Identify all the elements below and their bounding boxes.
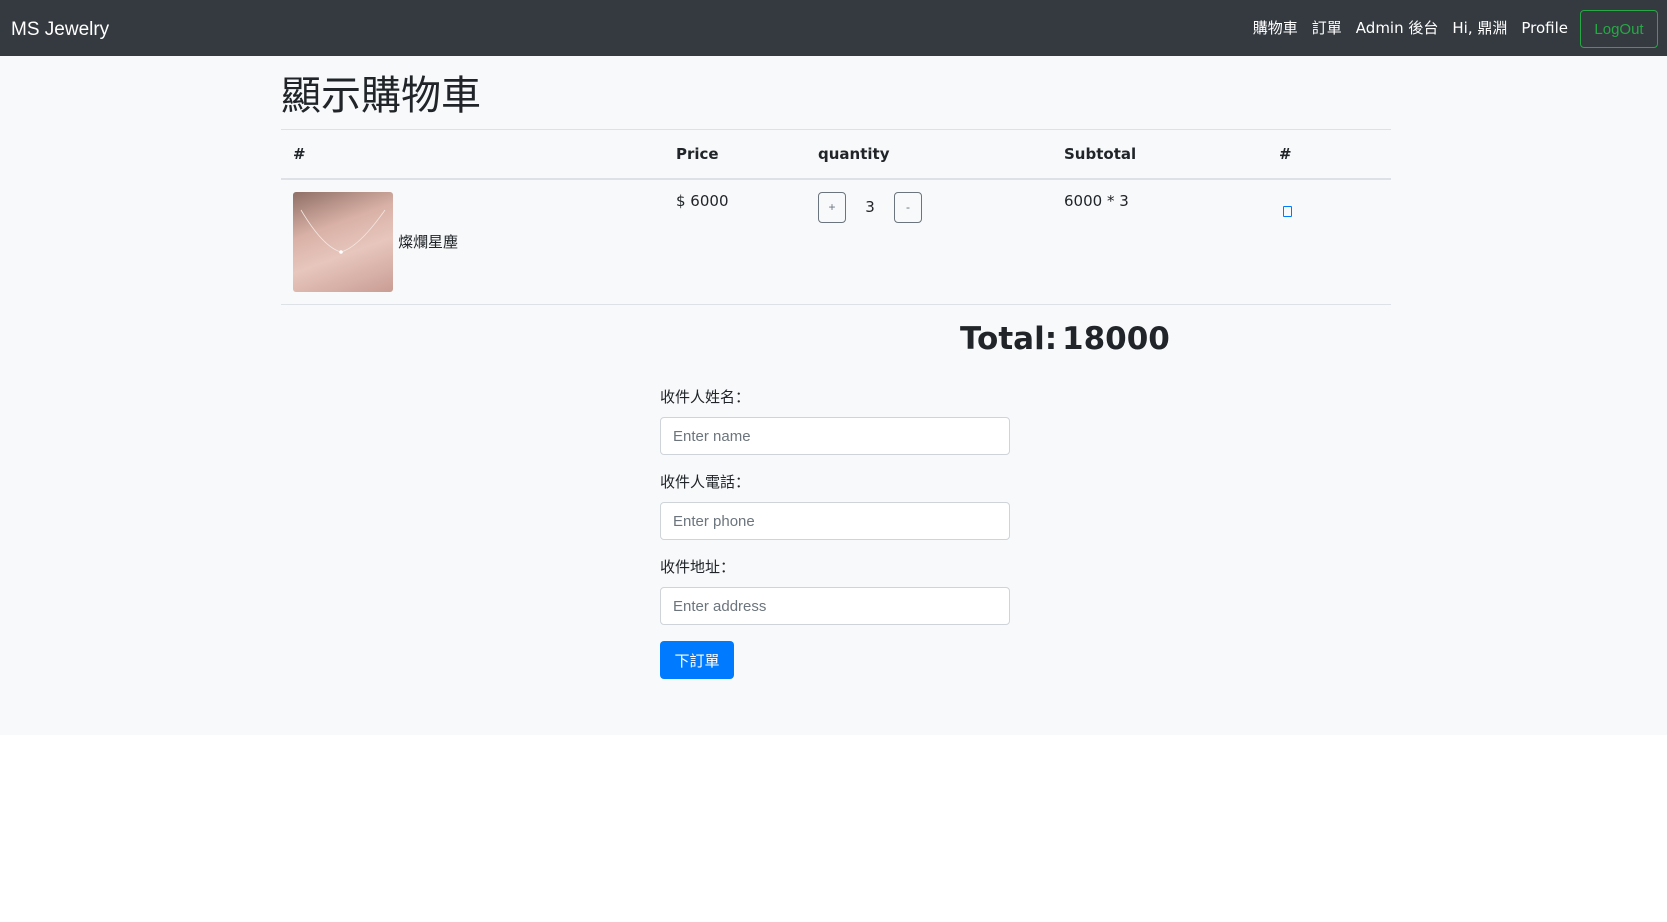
recipient-phone-label: 收件人電話： <box>660 473 751 491</box>
logout-button[interactable]: LogOut <box>1580 10 1658 48</box>
recipient-name-label: 收件人姓名： <box>660 388 751 406</box>
column-header-action: # <box>1267 129 1391 180</box>
necklace-icon <box>300 209 386 254</box>
recipient-address-label: 收件地址： <box>660 558 736 576</box>
subtotal-cell: 6000 * 3 <box>1052 178 1267 305</box>
nav-links: 購物車 訂單 Admin 後台 Hi, 鼎淵 Profile <box>1253 17 1568 39</box>
column-header-price: Price <box>664 129 806 180</box>
total-label: Total: <box>960 321 1058 357</box>
trash-icon[interactable] <box>1283 205 1292 217</box>
nav-link-admin[interactable]: Admin 後台 <box>1356 17 1439 39</box>
total-value: 18000 <box>1062 321 1170 357</box>
navbar: MS Jewelry 購物車 訂單 Admin 後台 Hi, 鼎淵 Profil… <box>0 0 1667 56</box>
nav-link-profile[interactable]: Profile <box>1521 17 1568 39</box>
main-content: 顯示購物車 # Price quantity Subtotal # 燦爛星塵 $… <box>0 56 1667 735</box>
nav-link-cart[interactable]: 購物車 <box>1253 17 1298 39</box>
cart-table: # Price quantity Subtotal # 燦爛星塵 $ 6000 … <box>281 129 1391 305</box>
quantity-value: 3 <box>865 198 875 216</box>
product-name: 燦爛星塵 <box>398 233 459 251</box>
recipient-name-input[interactable] <box>660 417 1010 455</box>
action-cell <box>1267 178 1391 305</box>
recipient-phone-input[interactable] <box>660 502 1010 540</box>
column-header-subtotal: Subtotal <box>1052 129 1267 180</box>
recipient-address-input[interactable] <box>660 587 1010 625</box>
shipping-form: 收件人姓名： 收件人電話： 收件地址： 下訂單 <box>660 386 1010 679</box>
page-title: 顯示購物車 <box>281 73 481 119</box>
price-cell: $ 6000 <box>664 178 806 305</box>
place-order-button[interactable]: 下訂單 <box>660 641 734 679</box>
quantity-cell: + 3 - <box>806 178 1052 305</box>
product-cell: 燦爛星塵 <box>281 178 664 305</box>
nav-link-user-greeting[interactable]: Hi, 鼎淵 <box>1452 17 1507 39</box>
cart-header-row: # Price quantity Subtotal # <box>281 129 1391 180</box>
column-header-quantity: quantity <box>806 129 1052 180</box>
decrease-quantity-button[interactable]: - <box>894 191 922 223</box>
table-row: 燦爛星塵 $ 6000 + 3 - 6000 * 3 <box>281 178 1391 305</box>
column-header-index: # <box>281 129 664 180</box>
brand-logo[interactable]: MS Jewelry <box>11 17 109 43</box>
increase-quantity-button[interactable]: + <box>818 191 846 223</box>
product-image <box>293 191 393 292</box>
nav-link-orders[interactable]: 訂單 <box>1312 17 1342 39</box>
